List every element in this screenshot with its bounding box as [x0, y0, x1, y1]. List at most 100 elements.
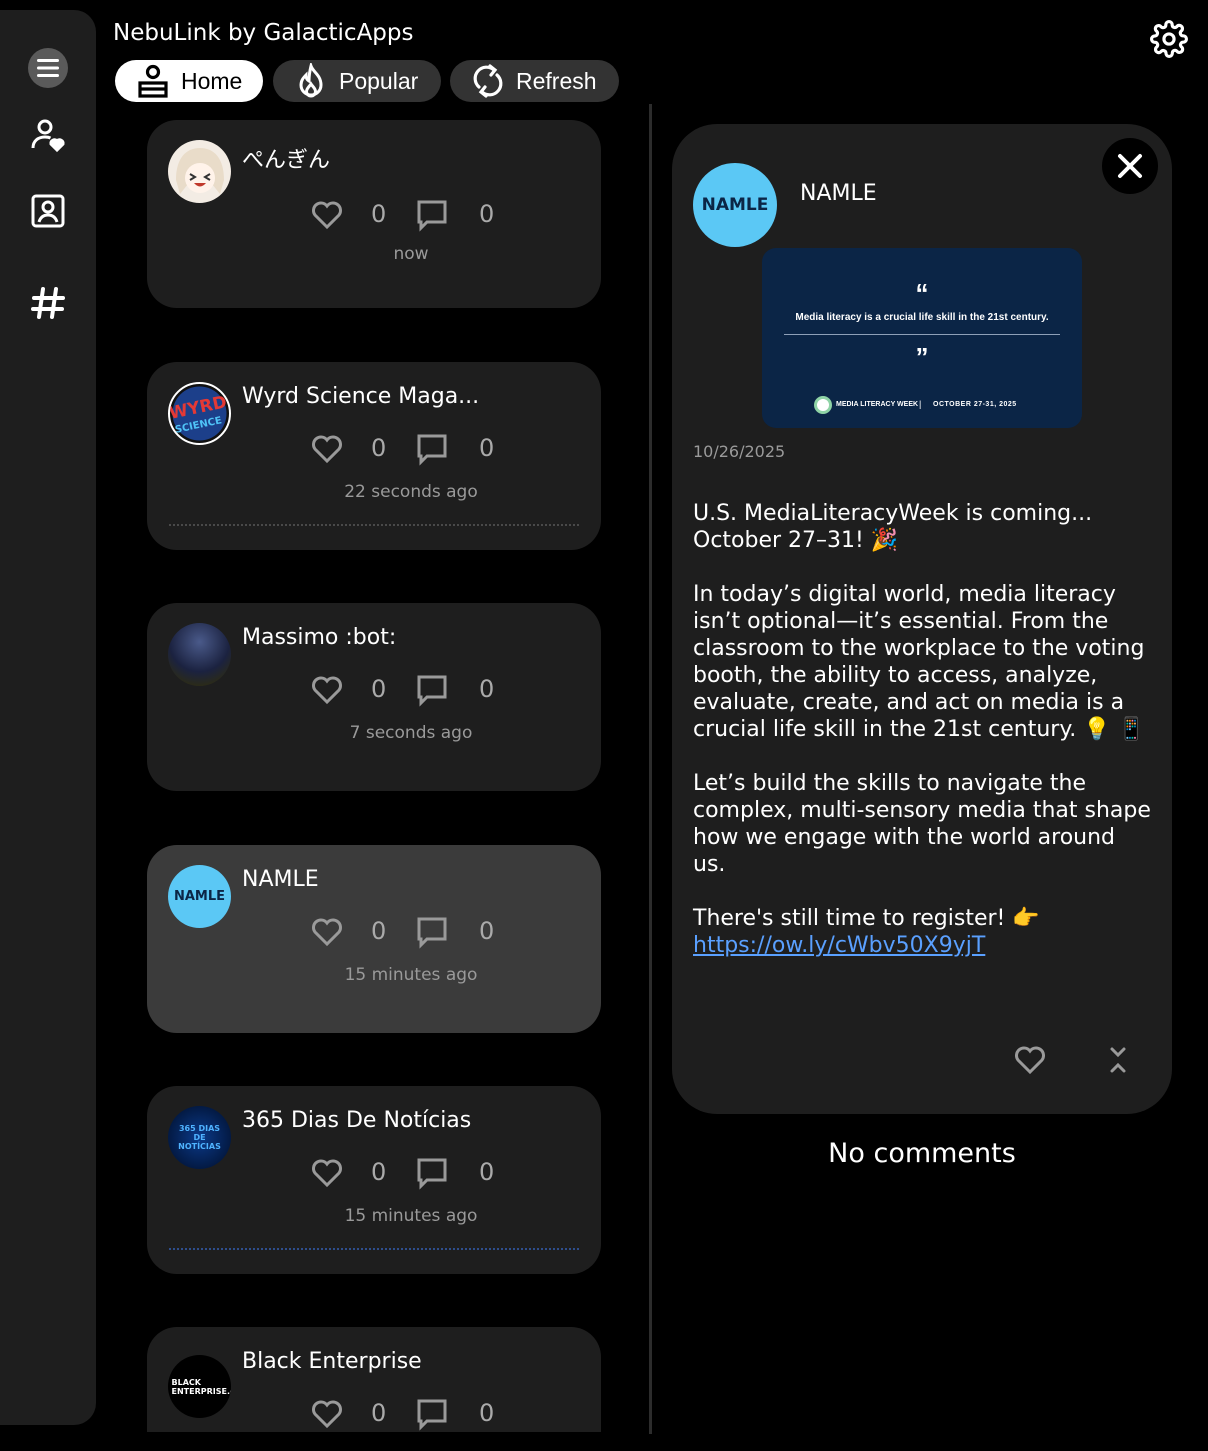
post-feed[interactable]: ぺんぎん 0 0 now WYRD SCIENCE Wyrd Science M…	[147, 120, 601, 1432]
post-body: U.S. MediaLiteracyWeek is coming... Octo…	[693, 500, 1153, 959]
refresh-button[interactable]: Refresh	[450, 60, 619, 102]
post-author: Wyrd Science Maga...	[242, 384, 480, 409]
heart-icon	[1015, 1046, 1045, 1075]
contacts-button[interactable]	[24, 187, 72, 235]
like-button[interactable]	[310, 915, 344, 949]
post-card[interactable]: BLACK ENTERPRISE.com Black Enterprise 0 …	[147, 1327, 601, 1432]
post-card[interactable]: WYRD SCIENCE Wyrd Science Maga... 0 0 22…	[147, 362, 601, 550]
collapse-button[interactable]	[1100, 1042, 1136, 1078]
avatar: WYRD SCIENCE	[168, 382, 231, 445]
comment-icon	[417, 434, 447, 466]
post-text-preview	[169, 1248, 579, 1252]
close-button[interactable]	[1102, 138, 1158, 194]
register-text: There's still time to register! 👉	[693, 906, 1040, 931]
comment-icon	[417, 1399, 447, 1431]
like-count: 0	[371, 434, 387, 462]
avatar-text: 365 DIAS DE NOTÍCIAS	[178, 1124, 221, 1151]
close-icon	[1118, 154, 1142, 178]
like-button[interactable]	[310, 432, 344, 466]
post-paragraph: In today’s digital world, media literacy…	[693, 582, 1145, 742]
open-quote-mark: “	[915, 278, 929, 308]
comment-button[interactable]	[415, 673, 449, 707]
tab-popular-label: Popular	[339, 67, 419, 94]
post-card[interactable]: Massimo :bot: 0 0 7 seconds ago	[147, 603, 601, 791]
avatar-text: BLACK ENTERPRISE.com	[171, 1377, 232, 1396]
no-comments-text: No comments	[828, 1138, 1016, 1169]
collapse-icon	[1110, 1047, 1126, 1073]
post-detail-panel: NAMLE NAMLE “ Media literacy is a crucia…	[672, 124, 1172, 1114]
post-card[interactable]: 365 DIAS DE NOTÍCIAS 365 Dias De Notícia…	[147, 1086, 601, 1274]
heart-icon	[312, 1159, 342, 1188]
post-time: 15 minutes ago	[344, 965, 478, 985]
heart-icon	[312, 435, 342, 464]
heart-icon	[312, 201, 342, 230]
comment-icon	[417, 1158, 447, 1190]
heart-icon	[312, 1400, 342, 1429]
post-author: 365 Dias De Notícias	[242, 1108, 472, 1133]
close-quote-mark: ”	[915, 342, 929, 372]
post-time: 15 minutes ago	[344, 1206, 478, 1226]
media-literacy-week-logo	[814, 396, 832, 414]
comment-count: 0	[479, 434, 495, 462]
avatar-text: NAMLE	[701, 195, 769, 215]
refresh-icon	[470, 63, 506, 99]
post-image[interactable]: “ Media literacy is a crucial life skill…	[762, 248, 1082, 428]
hashtag-icon	[31, 287, 65, 319]
event-dates: OCTOBER 27-31, 2025	[933, 401, 1017, 408]
app-title: NebuLink by GalacticApps	[113, 20, 414, 46]
tab-popular[interactable]: Popular	[273, 60, 441, 102]
comment-count: 0	[479, 917, 495, 945]
register-link[interactable]: https://ow.ly/cWbv50X9yjT	[693, 933, 985, 958]
refresh-label: Refresh	[516, 67, 597, 94]
post-card[interactable]: ぺんぎん 0 0 now	[147, 120, 601, 308]
hashtags-button[interactable]	[24, 279, 72, 327]
comment-button[interactable]	[415, 198, 449, 232]
like-button[interactable]	[310, 673, 344, 707]
avatar: 365 DIAS DE NOTÍCIAS	[168, 1106, 231, 1169]
post-card-selected[interactable]: NAMLE NAMLE 0 0 15 minutes ago	[147, 845, 601, 1033]
comment-icon	[417, 200, 447, 232]
comment-button[interactable]	[415, 1397, 449, 1431]
like-button[interactable]	[1012, 1042, 1048, 1078]
user-heart-icon	[31, 119, 65, 153]
following-button[interactable]	[24, 111, 72, 159]
settings-button[interactable]	[1148, 18, 1190, 60]
like-button[interactable]	[310, 198, 344, 232]
comment-count: 0	[479, 200, 495, 228]
post-text-preview	[169, 524, 579, 528]
comment-button[interactable]	[415, 1156, 449, 1190]
heart-icon	[312, 918, 342, 947]
menu-button[interactable]	[24, 44, 72, 92]
avatar: NAMLE	[168, 865, 231, 928]
comment-icon	[417, 917, 447, 949]
menu-icon	[28, 48, 68, 88]
heart-icon	[312, 676, 342, 705]
like-count: 0	[371, 200, 387, 228]
post-paragraph: U.S. MediaLiteracyWeek is coming... Octo…	[693, 501, 1093, 553]
comment-button[interactable]	[415, 915, 449, 949]
avatar	[168, 623, 231, 686]
like-count: 0	[371, 675, 387, 703]
like-button[interactable]	[310, 1156, 344, 1190]
post-date: 10/26/2025	[693, 442, 786, 461]
post-author: NAMLE	[242, 867, 319, 892]
author-avatar[interactable]: NAMLE	[693, 163, 777, 247]
comment-icon	[417, 675, 447, 707]
tab-home[interactable]: Home	[115, 60, 263, 102]
avatar: BLACK ENTERPRISE.com	[168, 1355, 231, 1418]
author-name[interactable]: NAMLE	[800, 181, 877, 206]
post-author: ぺんぎん	[242, 148, 331, 173]
comment-button[interactable]	[415, 432, 449, 466]
image-rule	[784, 334, 1060, 335]
comment-count: 0	[479, 1158, 495, 1186]
gear-icon	[1150, 20, 1188, 58]
image-quote: Media literacy is a crucial life skill i…	[795, 312, 1049, 323]
like-button[interactable]	[310, 1397, 344, 1431]
sidebar	[0, 10, 96, 1425]
post-author: Massimo :bot:	[242, 625, 397, 650]
home-icon	[135, 63, 171, 99]
comment-count: 0	[479, 1399, 495, 1427]
post-time: 7 seconds ago	[349, 723, 473, 743]
contact-book-icon	[31, 194, 65, 228]
event-name: MEDIA LITERACY WEEK	[836, 401, 919, 408]
